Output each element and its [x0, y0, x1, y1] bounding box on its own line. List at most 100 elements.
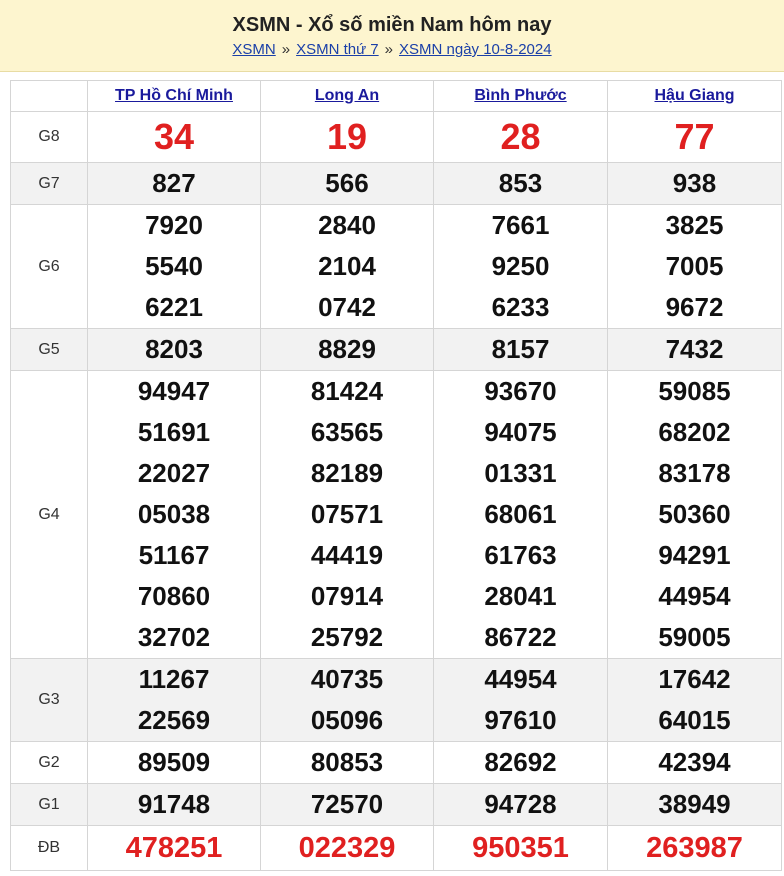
- result-cell: 91748: [87, 783, 261, 826]
- result-number: 80853: [310, 747, 384, 777]
- prize-row-g1: G1 91748 72570 94728 38949: [10, 783, 782, 826]
- breadcrumb: XSMN » XSMN thứ 7 » XSMN ngày 10-8-2024: [0, 41, 784, 58]
- province-link-hau-giang[interactable]: Hậu Giang: [654, 87, 734, 104]
- result-number: 38949: [658, 789, 731, 819]
- province-header: Hậu Giang: [607, 80, 782, 112]
- breadcrumb-separator: »: [281, 41, 291, 58]
- result-number: 22027: [137, 458, 211, 488]
- result-cell: 40735 05096: [260, 658, 434, 742]
- result-cell: 3825 7005 9672: [607, 204, 782, 329]
- result-number: 8157: [491, 334, 550, 364]
- result-cell: 2840 2104 0742: [260, 204, 434, 329]
- result-number: 22569: [137, 705, 211, 735]
- result-cell: 94728: [433, 783, 608, 826]
- result-number: 64015: [658, 705, 731, 735]
- result-cell: 11267 22569: [87, 658, 261, 742]
- result-number: 59085: [658, 376, 731, 406]
- province-header-row: TP Hồ Chí Minh Long An Bình Phước Hậu Gi…: [10, 80, 782, 112]
- result-cell: 42394: [607, 741, 782, 784]
- result-number: 91748: [137, 789, 211, 819]
- result-number: 68061: [484, 499, 557, 529]
- corner-cell: [10, 80, 88, 112]
- result-cell: 44954 97610: [433, 658, 608, 742]
- result-number: 2840: [318, 210, 376, 240]
- results-table: TP Hồ Chí Minh Long An Bình Phước Hậu Gi…: [10, 80, 782, 871]
- result-number: 97610: [484, 705, 557, 735]
- result-number: 83178: [658, 458, 731, 488]
- result-number: 827: [152, 168, 196, 198]
- result-cell: 7661 9250 6233: [433, 204, 608, 329]
- result-number: 7920: [145, 210, 203, 240]
- result-number: 59005: [658, 622, 731, 652]
- result-cell: 81424 63565 82189 07571 44419 07914 25792: [260, 370, 434, 659]
- result-number: 42394: [658, 747, 731, 777]
- result-number: 44954: [658, 581, 731, 611]
- result-number: 0742: [318, 292, 376, 322]
- prize-row-g4: G4 94947 51691 22027 05038 51167 70860 32702 814…: [10, 370, 782, 659]
- breadcrumb-xsmn-thu-7[interactable]: XSMN thứ 7: [296, 41, 379, 58]
- result-cell: 7432: [607, 328, 782, 371]
- result-number: 44954: [484, 664, 557, 694]
- province-header: TP Hồ Chí Minh: [87, 80, 261, 112]
- prize-label: G4: [10, 370, 88, 659]
- province-link-hcm[interactable]: TP Hồ Chí Minh: [115, 87, 233, 104]
- result-cell: 59085 68202 83178 50360 94291 44954 59005: [607, 370, 782, 659]
- result-cell: 80853: [260, 741, 434, 784]
- result-cell: 566: [260, 162, 434, 205]
- result-number: 478251: [125, 832, 223, 864]
- result-cell: 82692: [433, 741, 608, 784]
- page-title: XSMN - Xổ số miền Nam hôm nay: [232, 14, 552, 36]
- prize-row-g6: G6 7920 5540 6221 2840 2104 0742 7661 9250 6233 38…: [10, 204, 782, 329]
- result-cell: 263987: [607, 825, 782, 871]
- result-number: 19: [326, 116, 368, 157]
- result-cell: 827: [87, 162, 261, 205]
- breadcrumb-xsmn[interactable]: XSMN: [232, 41, 275, 58]
- result-number: 7432: [665, 334, 724, 364]
- prize-row-g2: G2 89509 80853 82692 42394: [10, 741, 782, 784]
- result-number: 07571: [310, 499, 384, 529]
- prize-row-đb: ĐB 478251 022329 950351 263987: [10, 825, 782, 871]
- page-header: XSMN - Xổ số miền Nam hôm nay XSMN » XSMN …: [0, 0, 784, 72]
- result-number: 34: [153, 116, 195, 157]
- result-cell: 77: [607, 111, 782, 163]
- prize-row-g7: G7 827 566 853 938: [10, 162, 782, 205]
- result-cell: 950351: [433, 825, 608, 871]
- result-number: 938: [672, 168, 717, 198]
- result-number: 94291: [658, 540, 731, 570]
- prize-label: G3: [10, 658, 88, 742]
- result-number: 7661: [491, 210, 550, 240]
- result-number: 9672: [665, 292, 724, 322]
- result-number: 6221: [145, 292, 203, 322]
- prize-label: G8: [10, 111, 88, 163]
- result-number: 17642: [658, 664, 731, 694]
- result-number: 01331: [484, 458, 557, 488]
- result-number: 11267: [138, 664, 210, 694]
- result-number: 2104: [318, 251, 376, 281]
- prize-label: G6: [10, 204, 88, 329]
- breadcrumb-separator: »: [384, 41, 393, 58]
- result-number: 94728: [484, 789, 557, 819]
- result-number: 72570: [310, 789, 384, 819]
- result-number: 28041: [484, 581, 557, 611]
- result-number: 8829: [318, 334, 376, 364]
- province-header: Bình Phước: [433, 80, 608, 112]
- result-cell: 72570: [260, 783, 434, 826]
- prize-label: G1: [10, 783, 88, 826]
- result-cell: 93670 94075 01331 68061 61763 28041 86722: [433, 370, 608, 659]
- result-number: 05038: [137, 499, 211, 529]
- province-link-long-an[interactable]: Long An: [315, 87, 379, 104]
- prize-row-g3: G3 11267 22569 40735 05096 44954 97610 17642 640…: [10, 658, 782, 742]
- result-number: 82692: [484, 747, 557, 777]
- province-link-binh-phuoc[interactable]: Bình Phước: [474, 87, 566, 104]
- result-cell: 17642 64015: [607, 658, 782, 742]
- prize-row-g5: G5 8203 8829 8157 7432: [10, 328, 782, 371]
- prize-row-g8: G8 34 19 28 77: [10, 111, 782, 163]
- result-cell: 478251: [87, 825, 261, 871]
- result-number: 51167: [138, 540, 210, 570]
- result-number: 63565: [310, 417, 384, 447]
- breadcrumb-xsmn-date[interactable]: XSMN ngày 10-8-2024: [399, 41, 552, 58]
- result-number: 61763: [484, 540, 557, 570]
- result-number: 7005: [665, 251, 724, 281]
- result-cell: 89509: [87, 741, 261, 784]
- result-number: 263987: [646, 832, 743, 864]
